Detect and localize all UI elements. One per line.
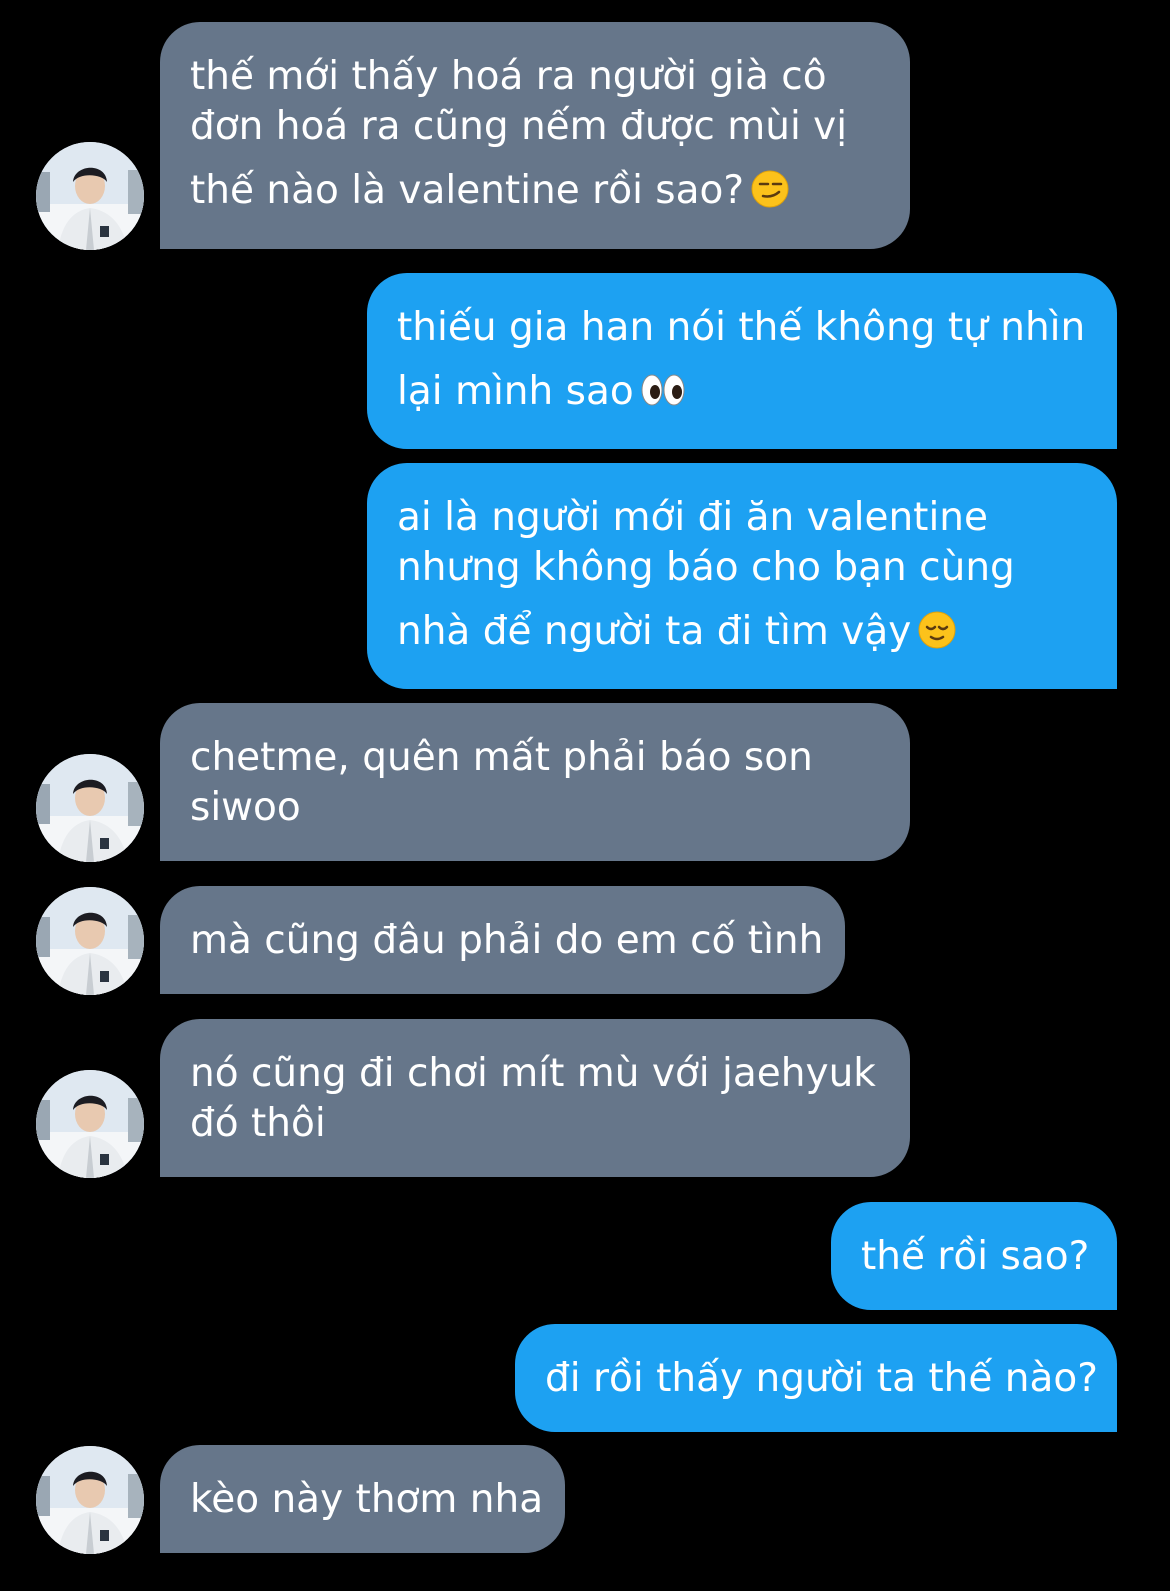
user-avatar-photo (36, 142, 144, 250)
message-text-line: ai là người mới đi ăn valentine (397, 495, 988, 540)
contact-avatar[interactable] (36, 1070, 144, 1178)
contact-avatar[interactable] (36, 754, 144, 862)
message-text-line: nhưng không báo cho bạn cùng (397, 545, 1015, 590)
contact-avatar[interactable] (36, 887, 144, 995)
contact-avatar[interactable] (36, 142, 144, 250)
message-text-line: kèo này thơm nha (190, 1477, 544, 1522)
received-message-bubble[interactable]: mà cũng đâu phải do em cố tình (160, 886, 845, 994)
smirk-emoji-icon (750, 169, 790, 222)
relieved-emoji-icon (917, 610, 957, 663)
message-text-line: thế nào là valentine rồi sao? (190, 168, 745, 213)
message-text-line: lại mình sao (397, 369, 634, 414)
user-avatar-photo (36, 1070, 144, 1178)
message-text-line: thế mới thấy hoá ra người già cô (190, 54, 827, 99)
received-message-bubble[interactable]: chetme, quên mất phải báo son siwoo (160, 703, 910, 861)
message-text-line: đi rồi thấy người ta thế nào? (545, 1356, 1098, 1401)
message-text-line: đó thôi (190, 1101, 326, 1146)
sent-message-bubble[interactable]: thế rồi sao? (831, 1202, 1117, 1310)
message-text-line: mà cũng đâu phải do em cố tình (190, 918, 824, 963)
user-avatar-photo (36, 754, 144, 862)
user-avatar-photo (36, 887, 144, 995)
user-avatar-photo (36, 1446, 144, 1554)
received-message-bubble[interactable]: thế mới thấy hoá ra người già cô đơn hoá… (160, 22, 910, 249)
message-text-line: thiếu gia han nói thế không tự nhìn (397, 305, 1086, 350)
message-text-line: nó cũng đi chơi mít mù với jaehyuk (190, 1051, 876, 1096)
received-message-bubble[interactable]: kèo này thơm nha (160, 1445, 565, 1553)
message-text-line: chetme, quên mất phải báo son (190, 735, 813, 780)
eyes-emoji-icon (640, 370, 686, 423)
received-message-bubble[interactable]: nó cũng đi chơi mít mù với jaehyuk đó th… (160, 1019, 910, 1177)
sent-message-bubble[interactable]: đi rồi thấy người ta thế nào? (515, 1324, 1117, 1432)
contact-avatar[interactable] (36, 1446, 144, 1554)
message-text-line: đơn hoá ra cũng nếm được mùi vị (190, 104, 848, 149)
sent-message-bubble[interactable]: ai là người mới đi ăn valentine nhưng kh… (367, 463, 1117, 689)
message-text-line: nhà để người ta đi tìm vậy (397, 609, 912, 654)
message-text-line: siwoo (190, 785, 301, 830)
sent-message-bubble[interactable]: thiếu gia han nói thế không tự nhìn lại … (367, 273, 1117, 449)
message-text-line: thế rồi sao? (861, 1234, 1090, 1279)
